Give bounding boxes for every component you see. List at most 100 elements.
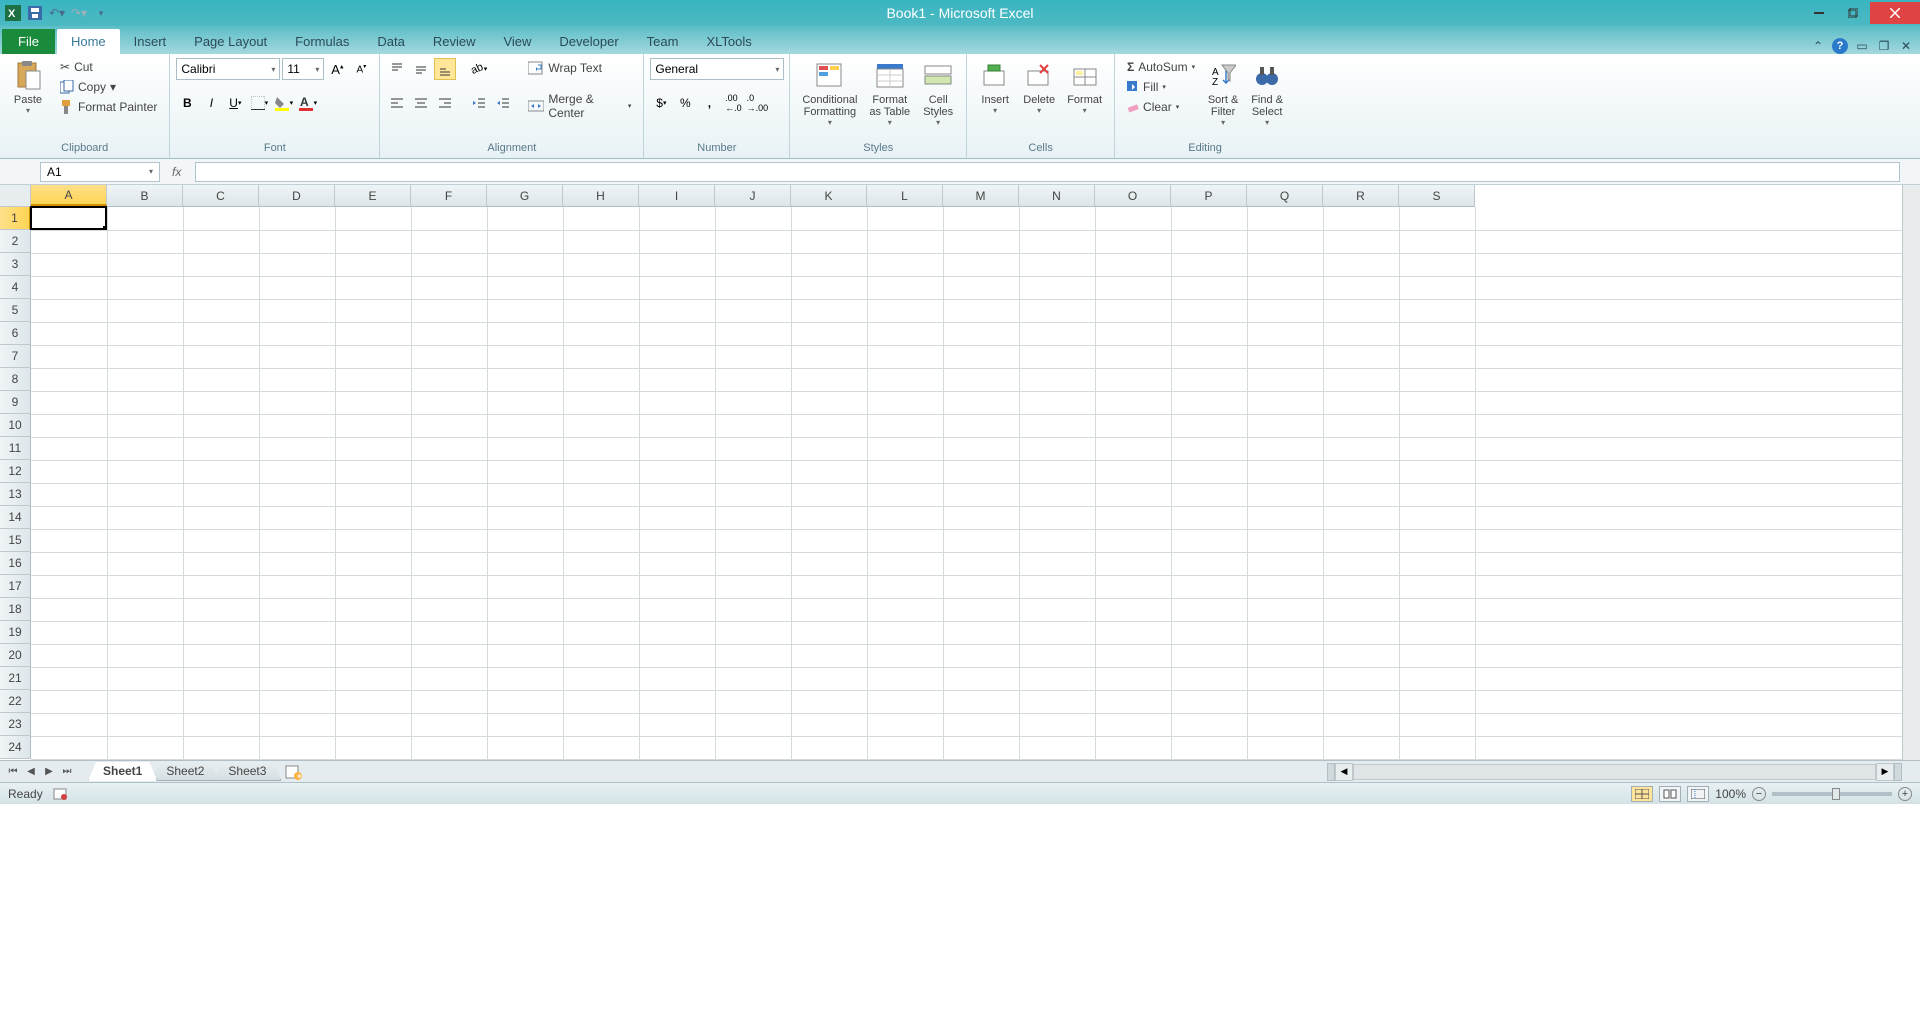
column-header[interactable]: L: [867, 185, 943, 206]
format-painter-button[interactable]: Format Painter: [54, 98, 163, 116]
save-icon[interactable]: [26, 4, 44, 22]
column-header[interactable]: G: [487, 185, 563, 206]
row-header[interactable]: 22: [0, 690, 31, 713]
column-header[interactable]: S: [1399, 185, 1475, 206]
column-header[interactable]: Q: [1247, 185, 1323, 206]
column-header[interactable]: R: [1323, 185, 1399, 206]
row-header[interactable]: 21: [0, 667, 31, 690]
autosum-button[interactable]: ΣAutoSum▾: [1121, 58, 1201, 76]
column-header[interactable]: E: [335, 185, 411, 206]
insert-cells-button[interactable]: Insert▾: [973, 58, 1017, 140]
select-all-corner[interactable]: [0, 185, 31, 207]
column-header[interactable]: H: [563, 185, 639, 206]
column-header[interactable]: D: [259, 185, 335, 206]
new-sheet-icon[interactable]: ✶: [285, 764, 303, 780]
tab-insert[interactable]: Insert: [120, 29, 181, 54]
italic-button[interactable]: I: [200, 92, 222, 114]
window-restore-icon[interactable]: ❐: [1876, 38, 1892, 54]
decrease-decimal-button[interactable]: .0→.00: [746, 92, 768, 114]
increase-font-button[interactable]: A▴: [326, 58, 348, 80]
tab-page-layout[interactable]: Page Layout: [180, 29, 281, 54]
row-header[interactable]: 8: [0, 368, 31, 391]
cells-area[interactable]: [31, 207, 1902, 759]
merge-center-button[interactable]: Merge & Center ▾: [522, 90, 637, 122]
row-header[interactable]: 23: [0, 713, 31, 736]
sort-filter-button[interactable]: AZ Sort & Filter▾: [1201, 58, 1245, 140]
sheet-nav-next-button[interactable]: ▶: [40, 763, 58, 781]
qat-customize-icon[interactable]: ▾: [92, 4, 110, 22]
tab-developer[interactable]: Developer: [545, 29, 632, 54]
close-button[interactable]: [1870, 2, 1920, 24]
sheet-tab[interactable]: Sheet1: [88, 762, 157, 781]
column-header[interactable]: M: [943, 185, 1019, 206]
column-header[interactable]: A: [31, 185, 107, 206]
row-header[interactable]: 9: [0, 391, 31, 414]
cell-styles-button[interactable]: Cell Styles▾: [916, 58, 960, 140]
window-close-inner-icon[interactable]: ✕: [1898, 38, 1914, 54]
percent-button[interactable]: %: [674, 92, 696, 114]
row-header[interactable]: 14: [0, 506, 31, 529]
increase-indent-button[interactable]: [492, 92, 514, 114]
font-name-combo[interactable]: Calibri▾: [176, 58, 280, 80]
fill-button[interactable]: Fill▾: [1121, 78, 1201, 96]
find-select-button[interactable]: Find & Select▾: [1245, 58, 1289, 140]
active-cell-border[interactable]: [30, 206, 107, 230]
row-header[interactable]: 7: [0, 345, 31, 368]
orientation-button[interactable]: ab▾: [468, 58, 490, 80]
row-header[interactable]: 11: [0, 437, 31, 460]
zoom-slider[interactable]: [1772, 792, 1892, 796]
delete-cells-button[interactable]: Delete▾: [1017, 58, 1061, 140]
column-header[interactable]: O: [1095, 185, 1171, 206]
sheet-tab[interactable]: Sheet3: [213, 762, 281, 781]
wrap-text-button[interactable]: Wrap Text: [522, 58, 637, 78]
row-header[interactable]: 13: [0, 483, 31, 506]
macro-record-icon[interactable]: [53, 787, 69, 801]
copy-button[interactable]: Copy ▾: [54, 78, 163, 96]
row-header[interactable]: 15: [0, 529, 31, 552]
row-header[interactable]: 16: [0, 552, 31, 575]
row-header[interactable]: 20: [0, 644, 31, 667]
currency-button[interactable]: $▾: [650, 92, 672, 114]
align-left-button[interactable]: [386, 92, 408, 114]
format-as-table-button[interactable]: Format as Table▾: [863, 58, 916, 140]
column-header[interactable]: J: [715, 185, 791, 206]
sheet-tab[interactable]: Sheet2: [151, 762, 219, 781]
row-header[interactable]: 2: [0, 230, 31, 253]
sheet-nav-last-button[interactable]: ⏭: [58, 763, 76, 781]
redo-button[interactable]: ↷▾: [70, 4, 88, 22]
column-header[interactable]: F: [411, 185, 487, 206]
sheet-nav-first-button[interactable]: ⏮: [4, 763, 22, 781]
vertical-scrollbar[interactable]: [1902, 185, 1920, 760]
font-color-button[interactable]: A▾: [296, 92, 318, 114]
underline-button[interactable]: U▾: [224, 92, 246, 114]
file-tab[interactable]: File: [2, 29, 55, 54]
column-header[interactable]: P: [1171, 185, 1247, 206]
window-min-icon[interactable]: ▭: [1854, 38, 1870, 54]
tab-team[interactable]: Team: [633, 29, 693, 54]
column-header[interactable]: I: [639, 185, 715, 206]
row-header[interactable]: 19: [0, 621, 31, 644]
tab-scroll-splitter[interactable]: [1327, 763, 1335, 781]
row-header[interactable]: 5: [0, 299, 31, 322]
name-box[interactable]: A1 ▾: [40, 162, 160, 182]
zoom-slider-thumb[interactable]: [1832, 788, 1840, 800]
hscroll-split-handle[interactable]: [1894, 763, 1902, 781]
hscroll-right-button[interactable]: ▶: [1876, 763, 1894, 781]
view-page-layout-button[interactable]: [1659, 786, 1681, 802]
row-header[interactable]: 24: [0, 736, 31, 759]
tab-xltools[interactable]: XLTools: [692, 29, 765, 54]
excel-app-icon[interactable]: X: [4, 4, 22, 22]
view-page-break-button[interactable]: [1687, 786, 1709, 802]
align-bottom-button[interactable]: [434, 58, 456, 80]
zoom-percent[interactable]: 100%: [1715, 787, 1746, 801]
tab-data[interactable]: Data: [363, 29, 418, 54]
row-header[interactable]: 10: [0, 414, 31, 437]
help-icon[interactable]: ?: [1832, 38, 1848, 54]
maximize-button[interactable]: [1836, 2, 1870, 24]
paste-button[interactable]: Paste ▾: [6, 58, 50, 140]
format-cells-button[interactable]: Format▾: [1061, 58, 1108, 140]
column-header[interactable]: B: [107, 185, 183, 206]
column-header[interactable]: N: [1019, 185, 1095, 206]
formula-input[interactable]: [195, 162, 1900, 182]
row-header[interactable]: 1: [0, 207, 31, 230]
